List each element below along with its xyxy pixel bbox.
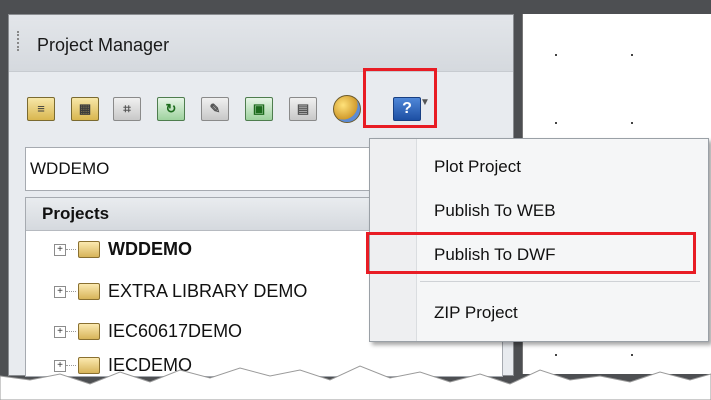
active-project-field[interactable]: WDDEMO [25, 147, 371, 191]
tree-connector [66, 249, 76, 250]
tree-connector [66, 291, 76, 292]
grid-dot [631, 54, 633, 56]
new-drawing-button[interactable]: ⌗ [109, 91, 145, 127]
menu-item-highlight [366, 232, 696, 274]
project-task-list-icon: ✎ [201, 97, 229, 121]
panel-header[interactable]: Project Manager [9, 15, 513, 72]
grid-dot [631, 122, 633, 124]
tree-item-label: EXTRA LIBRARY DEMO [108, 281, 308, 301]
refresh-button[interactable]: ↻ [153, 91, 189, 127]
project-folder-icon [78, 283, 100, 300]
menu-separator [420, 281, 700, 282]
tree-connector [66, 331, 76, 332]
project-properties-button[interactable]: ▣ [241, 91, 277, 127]
tree-item-label: IEC60617DEMO [108, 321, 243, 341]
torn-edge-path [0, 365, 711, 400]
project-folder-icon [78, 241, 100, 258]
publish-plot-icon [333, 95, 361, 123]
grid-dot [555, 54, 557, 56]
project-folder-icon [78, 323, 100, 340]
drawing-list-display-button[interactable]: ▤ [285, 91, 321, 127]
chevron-down-icon[interactable]: ▼ [420, 97, 430, 108]
menu-item-zip-project[interactable]: ZIP Project [434, 303, 518, 323]
expand-icon[interactable]: + [54, 326, 66, 338]
new-drawing-icon: ⌗ [113, 97, 141, 121]
projects-header-label: Projects [42, 204, 110, 223]
panel-title: Project Manager [37, 35, 170, 55]
tree-item-label: WDDEMO [108, 239, 192, 259]
menu-item-plot-project[interactable]: Plot Project [434, 157, 521, 177]
torn-paper-edge [0, 365, 711, 400]
new-project-button[interactable]: ▦ [67, 91, 103, 127]
project-task-list-button[interactable]: ✎ [197, 91, 233, 127]
toolbar: ≡ ▦ ⌗ ↻ ✎ ▣ ▤ ? [9, 83, 513, 141]
publish-plot-button[interactable] [329, 91, 365, 127]
project-properties-icon: ▣ [245, 97, 273, 121]
drawing-list-display-icon: ▤ [289, 97, 317, 121]
grid-dot [555, 122, 557, 124]
open-project-icon: ≡ [27, 97, 55, 121]
refresh-icon: ↻ [157, 97, 185, 121]
expand-icon[interactable]: + [54, 286, 66, 298]
expand-icon[interactable]: + [54, 244, 66, 256]
new-project-icon: ▦ [71, 97, 99, 121]
open-project-button[interactable]: ≡ [23, 91, 59, 127]
active-project-value: WDDEMO [30, 159, 110, 178]
menu-item-publish-to-web[interactable]: Publish To WEB [434, 201, 556, 221]
grip-handle[interactable] [17, 31, 23, 51]
